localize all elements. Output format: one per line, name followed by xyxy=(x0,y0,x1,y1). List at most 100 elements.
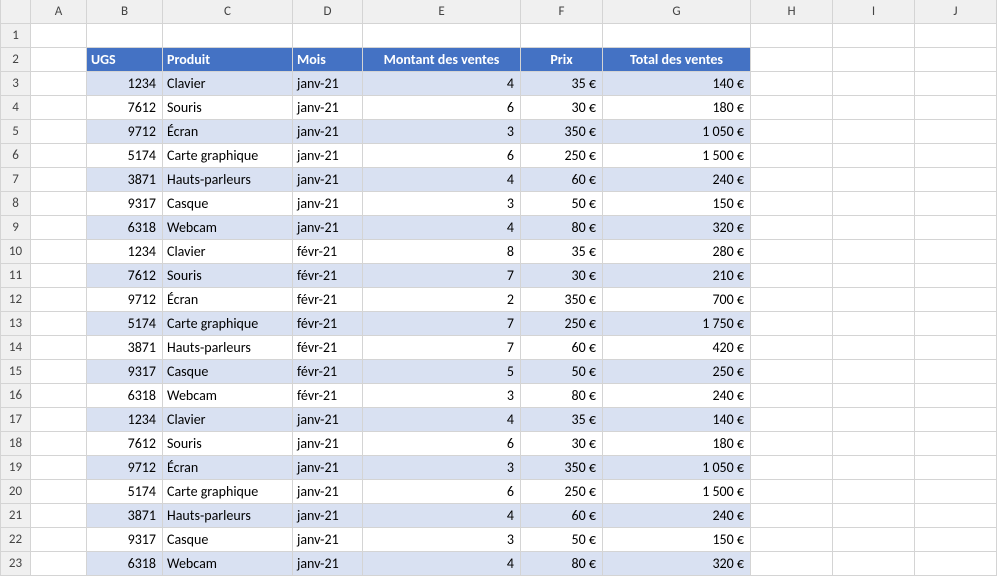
cell-H19[interactable] xyxy=(751,456,833,480)
cell-mois-22[interactable]: janv-21 xyxy=(293,528,363,552)
cell-I23[interactable] xyxy=(833,552,915,576)
cell-total-7[interactable]: 240 € xyxy=(603,168,751,192)
cell-A12[interactable] xyxy=(31,288,87,312)
cell-A10[interactable] xyxy=(31,240,87,264)
cell-produit-3[interactable]: Clavier xyxy=(163,72,293,96)
cell-H12[interactable] xyxy=(751,288,833,312)
cell-J17[interactable] xyxy=(915,408,997,432)
cell-A20[interactable] xyxy=(31,480,87,504)
cell-total-4[interactable]: 180 € xyxy=(603,96,751,120)
cell-A7[interactable] xyxy=(31,168,87,192)
row-header-8[interactable]: 8 xyxy=(1,192,31,216)
table-header-ugs[interactable]: UGS xyxy=(87,48,163,72)
cell-montant-4[interactable]: 6 xyxy=(363,96,521,120)
cell-ugs-17[interactable]: 1234 xyxy=(87,408,163,432)
row-header-9[interactable]: 9 xyxy=(1,216,31,240)
cell-montant-12[interactable]: 2 xyxy=(363,288,521,312)
cell-total-10[interactable]: 280 € xyxy=(603,240,751,264)
row-header-3[interactable]: 3 xyxy=(1,72,31,96)
cell-I8[interactable] xyxy=(833,192,915,216)
cell-J12[interactable] xyxy=(915,288,997,312)
cell-ugs-15[interactable]: 9317 xyxy=(87,360,163,384)
cell-total-14[interactable]: 420 € xyxy=(603,336,751,360)
row-header-2[interactable]: 2 xyxy=(1,48,31,72)
row-header-1[interactable]: 1 xyxy=(1,24,31,48)
row-header-22[interactable]: 22 xyxy=(1,528,31,552)
cell-mois-21[interactable]: janv-21 xyxy=(293,504,363,528)
cell-J21[interactable] xyxy=(915,504,997,528)
cell-ugs-18[interactable]: 7612 xyxy=(87,432,163,456)
cell-A16[interactable] xyxy=(31,384,87,408)
cell-montant-7[interactable]: 4 xyxy=(363,168,521,192)
cell-montant-11[interactable]: 7 xyxy=(363,264,521,288)
cell-prix-6[interactable]: 250 € xyxy=(521,144,603,168)
cell-A22[interactable] xyxy=(31,528,87,552)
cell-H10[interactable] xyxy=(751,240,833,264)
cell-montant-8[interactable]: 3 xyxy=(363,192,521,216)
table-header-produit[interactable]: Produit xyxy=(163,48,293,72)
col-header-D[interactable]: D xyxy=(293,0,363,24)
cell-ugs-5[interactable]: 9712 xyxy=(87,120,163,144)
cell-montant-6[interactable]: 6 xyxy=(363,144,521,168)
cell-H23[interactable] xyxy=(751,552,833,576)
row-header-20[interactable]: 20 xyxy=(1,480,31,504)
cell-mois-20[interactable]: janv-21 xyxy=(293,480,363,504)
cell-produit-15[interactable]: Casque xyxy=(163,360,293,384)
row-header-16[interactable]: 16 xyxy=(1,384,31,408)
row-header-23[interactable]: 23 xyxy=(1,552,31,576)
cell-J2[interactable] xyxy=(915,48,997,72)
cell-A21[interactable] xyxy=(31,504,87,528)
cell-J8[interactable] xyxy=(915,192,997,216)
cell-A15[interactable] xyxy=(31,360,87,384)
cell-produit-17[interactable]: Clavier xyxy=(163,408,293,432)
cell-total-15[interactable]: 250 € xyxy=(603,360,751,384)
cell-H13[interactable] xyxy=(751,312,833,336)
cell-ugs-7[interactable]: 3871 xyxy=(87,168,163,192)
cell-mois-8[interactable]: janv-21 xyxy=(293,192,363,216)
cell-montant-17[interactable]: 4 xyxy=(363,408,521,432)
cell-ugs-22[interactable]: 9317 xyxy=(87,528,163,552)
cell-J5[interactable] xyxy=(915,120,997,144)
cell-ugs-4[interactable]: 7612 xyxy=(87,96,163,120)
row-header-21[interactable]: 21 xyxy=(1,504,31,528)
cell-A17[interactable] xyxy=(31,408,87,432)
cell-total-17[interactable]: 140 € xyxy=(603,408,751,432)
cell-prix-7[interactable]: 60 € xyxy=(521,168,603,192)
cell-I7[interactable] xyxy=(833,168,915,192)
cell-montant-14[interactable]: 7 xyxy=(363,336,521,360)
cell-I6[interactable] xyxy=(833,144,915,168)
cell-montant-21[interactable]: 4 xyxy=(363,504,521,528)
row-header-13[interactable]: 13 xyxy=(1,312,31,336)
cell-I3[interactable] xyxy=(833,72,915,96)
cell-prix-3[interactable]: 35 € xyxy=(521,72,603,96)
cell-mois-16[interactable]: févr-21 xyxy=(293,384,363,408)
col-header-E[interactable]: E xyxy=(363,0,521,24)
cell-ugs-10[interactable]: 1234 xyxy=(87,240,163,264)
cell-ugs-23[interactable]: 6318 xyxy=(87,552,163,576)
cell-I21[interactable] xyxy=(833,504,915,528)
cell-J19[interactable] xyxy=(915,456,997,480)
cell-H11[interactable] xyxy=(751,264,833,288)
cell-prix-9[interactable]: 80 € xyxy=(521,216,603,240)
cell-montant-16[interactable]: 3 xyxy=(363,384,521,408)
spreadsheet-grid[interactable]: ABCDEFGHIJ12UGSProduitMoisMontant des ve… xyxy=(0,0,1005,576)
row-header-5[interactable]: 5 xyxy=(1,120,31,144)
cell-produit-18[interactable]: Souris xyxy=(163,432,293,456)
cell-montant-23[interactable]: 4 xyxy=(363,552,521,576)
cell-total-12[interactable]: 700 € xyxy=(603,288,751,312)
cell-prix-4[interactable]: 30 € xyxy=(521,96,603,120)
cell-I16[interactable] xyxy=(833,384,915,408)
cell-total-21[interactable]: 240 € xyxy=(603,504,751,528)
cell-ugs-13[interactable]: 5174 xyxy=(87,312,163,336)
cell-mois-23[interactable]: janv-21 xyxy=(293,552,363,576)
cell-I11[interactable] xyxy=(833,264,915,288)
row-header-14[interactable]: 14 xyxy=(1,336,31,360)
cell-produit-19[interactable]: Écran xyxy=(163,456,293,480)
cell-montant-22[interactable]: 3 xyxy=(363,528,521,552)
row-header-17[interactable]: 17 xyxy=(1,408,31,432)
cell-H8[interactable] xyxy=(751,192,833,216)
table-header-mois[interactable]: Mois xyxy=(293,48,363,72)
cell-I9[interactable] xyxy=(833,216,915,240)
cell-produit-21[interactable]: Hauts-parleurs xyxy=(163,504,293,528)
table-header-total[interactable]: Total des ventes xyxy=(603,48,751,72)
